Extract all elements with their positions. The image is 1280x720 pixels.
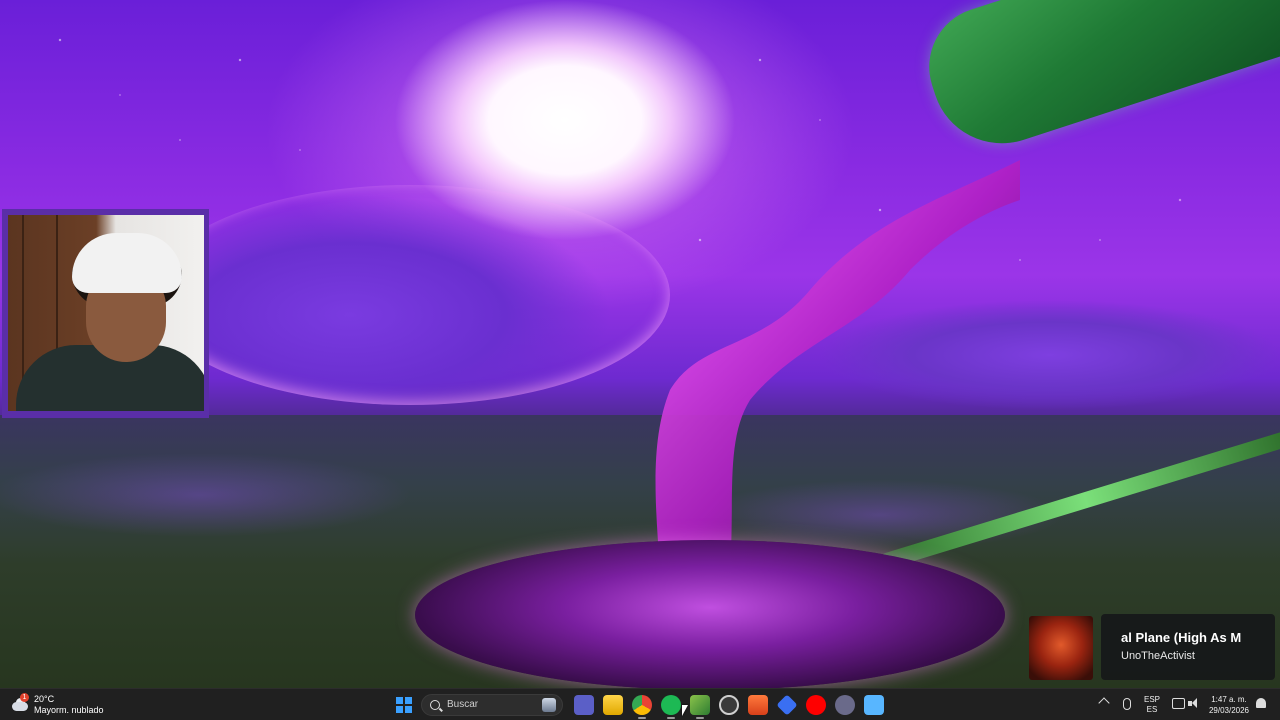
show-hidden-icons-chevron-icon[interactable] <box>1098 697 1110 709</box>
language-code: ESP <box>1144 695 1161 704</box>
running-indicator <box>696 717 704 719</box>
mouse-cursor-icon <box>682 705 688 716</box>
file-explorer-icon[interactable] <box>603 695 623 715</box>
network-icon[interactable] <box>1172 698 1185 709</box>
weather-widget[interactable]: 1 20°C Mayorm. nublado <box>10 691 104 719</box>
track-title: al Plane (High As M <box>1121 630 1242 645</box>
taskbar-clock[interactable]: 1:47 a. m. 29/03/2026 <box>1206 694 1252 716</box>
taskbar: 1 20°C Mayorm. nublado Buscar ESP ES 1:4… <box>0 688 1280 720</box>
weather-condition: Mayorm. nublado <box>34 705 104 715</box>
microphone-icon[interactable] <box>1123 698 1131 710</box>
windows-start-icon[interactable] <box>396 697 412 713</box>
clock-time: 1:47 a. m. <box>1211 695 1247 704</box>
obs-icon[interactable] <box>719 695 739 715</box>
taskbar-search-box[interactable]: Buscar <box>421 694 563 716</box>
language-indicator[interactable]: ESP ES <box>1144 695 1160 715</box>
search-icon <box>430 700 440 710</box>
running-indicator <box>638 717 646 719</box>
track-artist: UnoTheActivist <box>1121 650 1195 662</box>
now-playing-card[interactable]: al Plane (High As M UnoTheActivist <box>1029 614 1275 680</box>
chrome-icon[interactable] <box>632 695 652 719</box>
launcher-icon[interactable] <box>776 694 798 716</box>
wallpaper-spoon <box>415 540 1005 688</box>
weather-temperature: 20°C <box>34 694 55 704</box>
volume-icon[interactable] <box>1188 698 1198 709</box>
vegas-icon[interactable] <box>690 695 710 719</box>
notepad-icon[interactable] <box>864 695 884 715</box>
weather-badge: 1 <box>20 693 29 702</box>
notification-bell-icon[interactable] <box>1256 698 1266 708</box>
running-indicator <box>667 717 675 719</box>
search-highlight-icon <box>542 698 556 712</box>
keyboard-layout: ES <box>1146 705 1158 714</box>
brave-icon[interactable] <box>748 695 768 715</box>
wallpaper-purple-pour <box>655 160 1020 570</box>
clock-date: 29/03/2026 <box>1208 706 1250 715</box>
audio-app-icon[interactable] <box>835 695 855 715</box>
webcam-overlay <box>2 209 209 418</box>
spotify-icon[interactable] <box>661 695 681 719</box>
youtube-icon[interactable] <box>806 695 826 715</box>
person-beanie <box>72 233 182 293</box>
cloudy-weather-icon: 1 <box>10 693 30 712</box>
album-art <box>1029 616 1093 680</box>
teams-icon[interactable] <box>574 695 594 715</box>
search-placeholder: Buscar <box>447 699 479 710</box>
wallpaper-cloud-left <box>150 185 670 405</box>
now-playing-info: al Plane (High As M UnoTheActivist <box>1101 614 1275 680</box>
webcam-feed <box>8 215 204 411</box>
